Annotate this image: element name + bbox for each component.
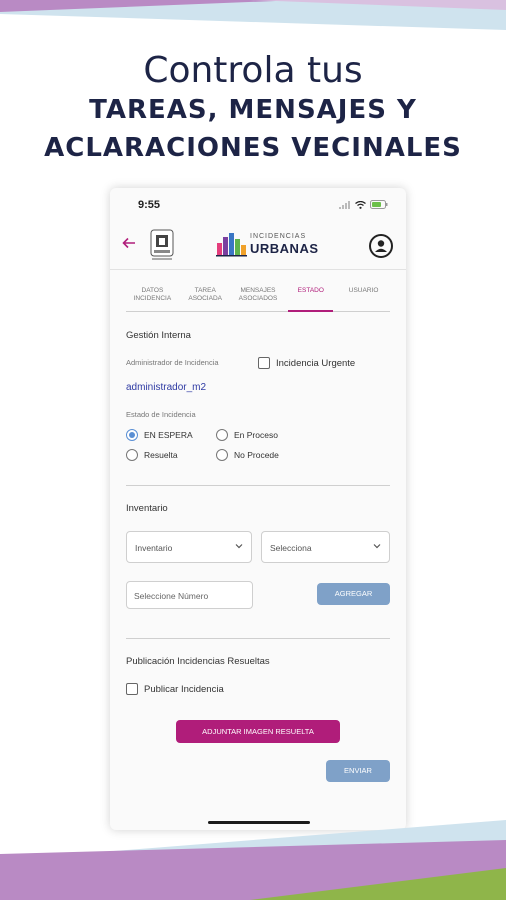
app-bar: INCIDENCIAS URBANAS <box>110 222 406 270</box>
selecciona-select-value: Selecciona <box>270 543 312 553</box>
signal-icon <box>339 200 350 209</box>
user-profile-icon[interactable] <box>369 234 393 258</box>
bottom-decorative-band <box>0 820 506 900</box>
incidencias-urbanas-logo: INCIDENCIAS URBANAS <box>216 230 320 260</box>
radio-en-espera-label: EN ESPERA <box>144 430 193 440</box>
hero-subtitle-line-2: ACLARACIONES VECINALES <box>44 133 462 163</box>
chevron-down-icon <box>373 544 381 549</box>
inventario-select[interactable]: Inventario <box>126 531 252 563</box>
inventario-select-value: Inventario <box>135 543 173 553</box>
estado-label: Estado de Incidencia <box>126 410 196 419</box>
admin-value: administrador_m2 <box>126 382 207 393</box>
radio-en-proceso-label: En Proceso <box>234 430 278 440</box>
publicar-label: Publicar Incidencia <box>144 684 224 695</box>
tab-bar: DATOS INCIDENCIA TAREA ASOCIADA MENSAJES… <box>126 270 390 312</box>
publicar-checkbox[interactable] <box>126 683 138 695</box>
numero-input-placeholder: Seleccione Número <box>134 591 209 601</box>
inventario-title: Inventario <box>126 503 168 514</box>
selecciona-select[interactable]: Selecciona <box>261 531 390 563</box>
logo-text-main: URBANAS <box>250 241 319 256</box>
tab-mensajes-asociados[interactable]: MENSAJES ASOCIADOS <box>232 270 285 311</box>
tab-usuario[interactable]: USUARIO <box>337 270 390 311</box>
radio-no-procede[interactable] <box>216 449 228 461</box>
urgent-checkbox[interactable] <box>258 357 270 369</box>
publicacion-title: Publicación Incidencias Resueltas <box>126 656 270 667</box>
municipal-crest-logo <box>150 229 174 260</box>
top-decorative-band <box>0 0 506 30</box>
wifi-icon <box>355 200 366 209</box>
enviar-button[interactable]: ENVIAR <box>326 760 390 782</box>
section-divider <box>126 485 390 486</box>
status-time: 9:55 <box>138 199 161 211</box>
radio-resuelta[interactable] <box>126 449 138 461</box>
adjuntar-imagen-button[interactable]: ADJUNTAR IMAGEN RESUELTA <box>176 720 340 743</box>
phone-screen: 9:55 INCIDENCIAS URBANAS DATOS INCIDENCI… <box>110 188 406 830</box>
admin-label: Administrador de Incidencia <box>126 358 219 367</box>
urgent-label: Incidencia Urgente <box>276 358 356 369</box>
radio-en-proceso[interactable] <box>216 429 228 441</box>
agregar-button[interactable]: AGREGAR <box>317 583 390 605</box>
hero-title: Controla tus <box>143 50 363 91</box>
section-divider <box>126 638 390 639</box>
battery-icon <box>370 200 388 209</box>
tab-tarea-asociada[interactable]: TAREA ASOCIADA <box>179 270 232 311</box>
hero-subtitle-line-1: TAREAS, MENSAJES Y <box>89 95 417 125</box>
chevron-down-icon <box>235 544 243 549</box>
radio-en-espera[interactable] <box>126 429 138 441</box>
logo-text-top: INCIDENCIAS <box>250 233 307 240</box>
tab-datos-incidencia[interactable]: DATOS INCIDENCIA <box>126 270 179 311</box>
gestion-interna-title: Gestión Interna <box>126 330 191 341</box>
radio-resuelta-label: Resuelta <box>144 450 178 460</box>
tab-estado[interactable]: ESTADO <box>284 270 337 312</box>
status-bar: 9:55 <box>110 188 406 222</box>
city-skyline-logo-icon <box>216 233 247 257</box>
back-arrow-icon[interactable] <box>122 236 136 254</box>
radio-no-procede-label: No Procede <box>234 450 279 460</box>
status-icons <box>339 200 388 209</box>
numero-input[interactable]: Seleccione Número <box>126 581 253 609</box>
